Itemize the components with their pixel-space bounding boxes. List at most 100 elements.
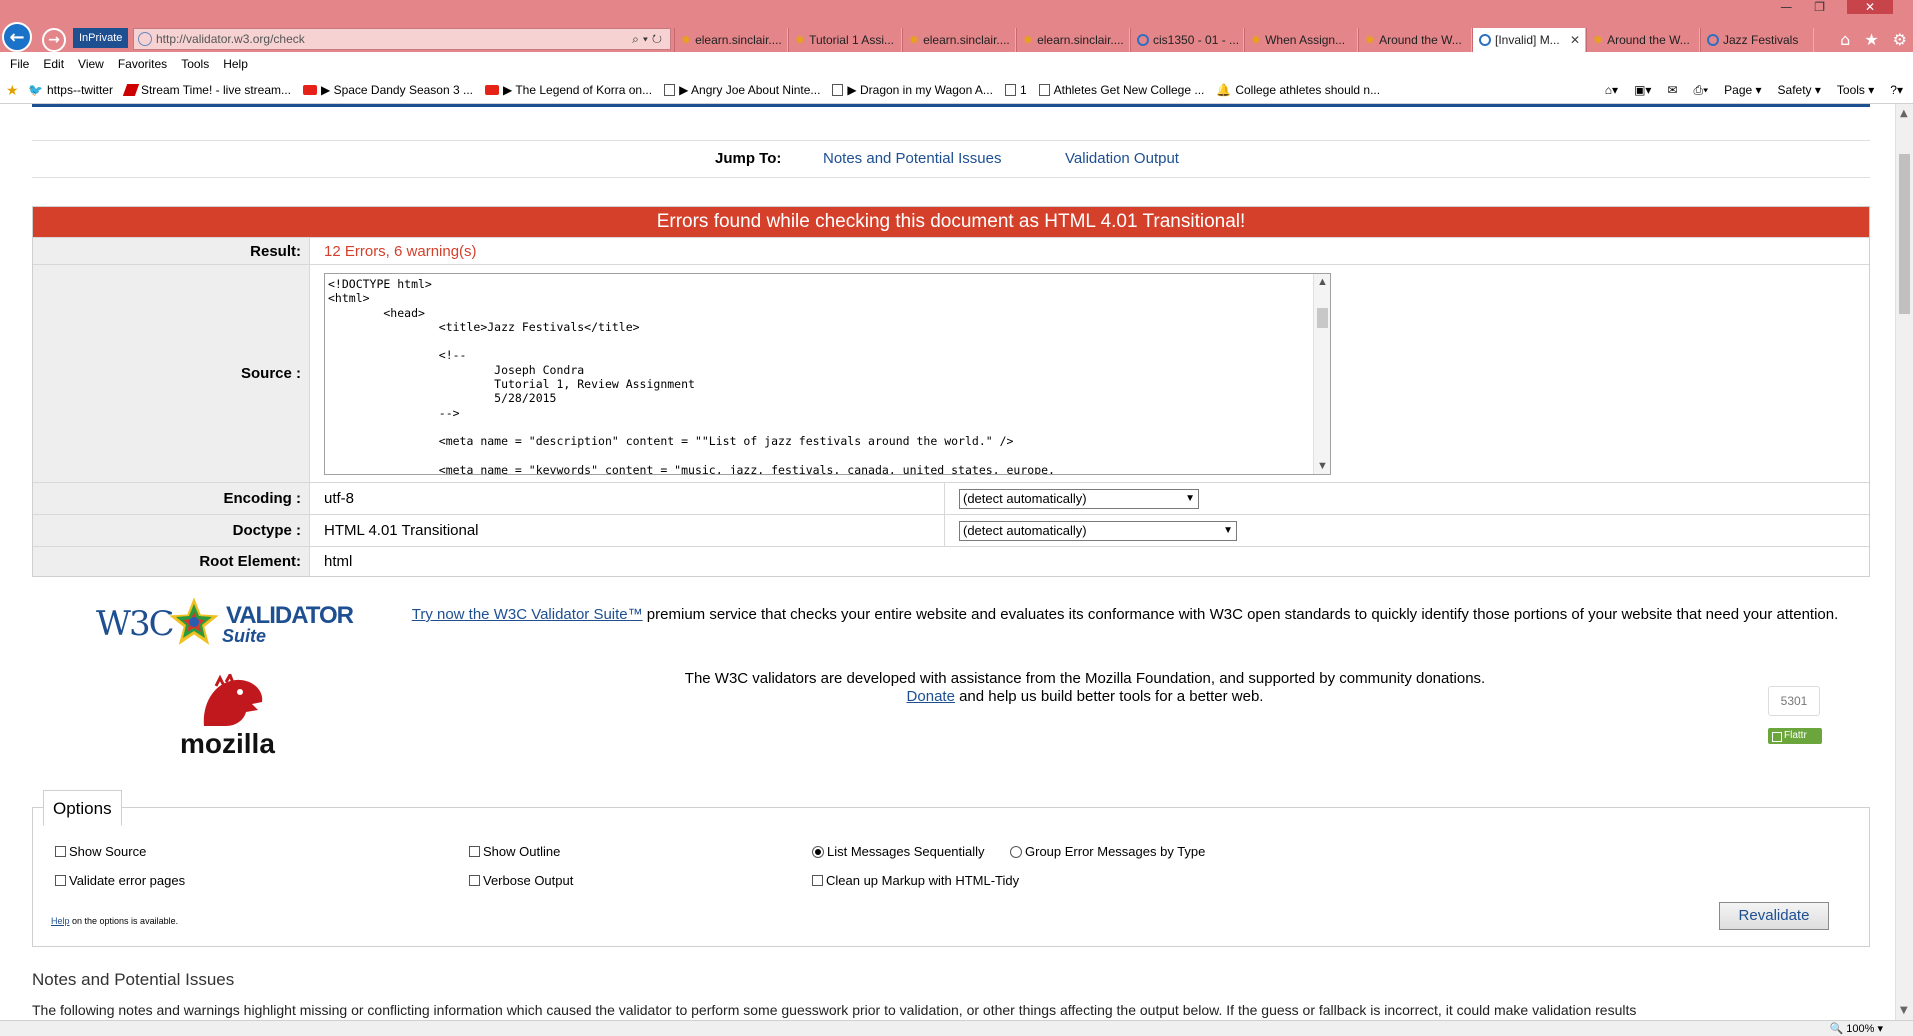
print-icon[interactable]: ⎙▾ <box>1694 76 1709 104</box>
command-safety[interactable]: Safety ▾ <box>1778 76 1821 104</box>
page-icon <box>832 84 844 96</box>
tab-around-1[interactable]: ✹ Around the W... <box>1358 28 1472 52</box>
flattr-count: 5301 <box>1768 686 1820 716</box>
menu-favorites[interactable]: Favorites <box>118 52 167 76</box>
restore-icon[interactable]: ❐ <box>1814 0 1825 14</box>
browser-right-controls: ⌂ ★ ⚙ <box>1840 30 1907 49</box>
tab-around-2[interactable]: ✹ Around the W... <box>1586 28 1700 52</box>
youtube-icon <box>303 85 317 95</box>
source-textarea[interactable]: <!DOCTYPE html> <html> <head> <title>Jaz… <box>324 273 1331 475</box>
menu-tools[interactable]: Tools <box>181 52 209 76</box>
bell-icon: 🔔 <box>1216 83 1232 97</box>
command-tools[interactable]: Tools ▾ <box>1837 76 1874 104</box>
show-outline-option[interactable]: Show Outline <box>469 844 560 859</box>
favorite-item[interactable]: 🔔 College athletes should n... <box>1216 76 1380 104</box>
favorites-bar: ★ 🐦 https--twitter Stream Time! - live st… <box>0 76 1913 104</box>
support-line-1: The W3C validators are developed with as… <box>684 670 1486 687</box>
dropdown-icon[interactable]: ▾ <box>643 32 652 46</box>
list-sequential-label: List Messages Sequentially <box>827 844 985 859</box>
page-scrollbar[interactable]: ▲ ▼ <box>1895 104 1913 1020</box>
jump-notes-link[interactable]: Notes and Potential Issues <box>823 150 1001 167</box>
donate-link[interactable]: Donate <box>907 688 955 705</box>
tab-jazz[interactable]: Jazz Festivals <box>1700 28 1814 52</box>
menu-help[interactable]: Help <box>223 52 248 76</box>
list-sequential-option[interactable]: List Messages Sequentially <box>812 844 985 859</box>
show-source-checkbox[interactable] <box>55 846 66 857</box>
tab-label: elearn.sinclair.... <box>1037 33 1124 47</box>
minimize-icon[interactable]: — <box>1780 0 1792 14</box>
clean-up-option[interactable]: Clean up Markup with HTML-Tidy <box>812 873 1019 888</box>
home-icon[interactable]: ⌂ <box>1840 30 1850 49</box>
favorite-label: ▶ Space Dandy Season 3 ... <box>321 83 473 97</box>
tab-tutorial[interactable]: ✹ Tutorial 1 Assi... <box>788 28 902 52</box>
encoding-select[interactable]: (detect automatically) ▼ <box>959 489 1199 509</box>
tab-elearn-3[interactable]: ✹ elearn.sinclair.... <box>1016 28 1130 52</box>
search-icon[interactable]: ⌕ <box>632 32 643 46</box>
doctype-select-value: (detect automatically) <box>963 523 1087 538</box>
scroll-up-icon[interactable]: ▲ <box>1900 108 1908 119</box>
options-panel: Options Show Source Show Outline List Me… <box>32 790 1870 947</box>
validate-error-pages-checkbox[interactable] <box>55 875 66 886</box>
flattr-button[interactable]: Flattr <box>1768 728 1822 744</box>
refresh-icon[interactable]: ↻ <box>652 32 666 46</box>
tab-label: Jazz Festivals <box>1723 33 1799 47</box>
help-icon[interactable]: ?▾ <box>1890 76 1903 104</box>
scroll-up-icon[interactable]: ▲ <box>1317 276 1328 288</box>
group-by-type-option[interactable]: Group Error Messages by Type <box>1010 844 1205 859</box>
revalidate-button[interactable]: Revalidate <box>1719 902 1829 930</box>
favorite-item[interactable]: Stream Time! - live stream... <box>122 76 291 104</box>
favorite-item[interactable]: Athletes Get New College ... <box>1038 76 1204 104</box>
menu-file[interactable]: File <box>10 52 29 76</box>
tab-strip: ✹ elearn.sinclair.... ✹ Tutorial 1 Assi...… <box>674 28 1814 52</box>
forward-button[interactable]: → <box>42 28 66 52</box>
validate-error-pages-option[interactable]: Validate error pages <box>55 873 185 888</box>
back-button[interactable]: ← <box>2 22 32 52</box>
scroll-down-icon[interactable]: ▼ <box>1317 460 1328 472</box>
validator-suite-link[interactable]: Try now the W3C Validator Suite™ <box>412 606 643 623</box>
show-source-option[interactable]: Show Source <box>55 844 146 859</box>
close-window-icon[interactable]: ✕ <box>1847 0 1893 14</box>
list-sequential-radio[interactable] <box>812 845 824 858</box>
feeds-icon[interactable]: ▣▾ <box>1634 76 1651 104</box>
favorite-item[interactable]: ▶ Space Dandy Season 3 ... <box>303 76 473 104</box>
favorite-item[interactable]: 1 <box>1004 76 1027 104</box>
scroll-thumb[interactable] <box>1317 308 1328 328</box>
add-favorite-star-icon[interactable]: ★ <box>6 76 19 104</box>
menu-view[interactable]: View <box>78 52 104 76</box>
group-by-type-radio[interactable] <box>1010 845 1022 858</box>
mozilla-logo-text: mozilla <box>180 728 275 759</box>
home-toolbar-icon[interactable]: ⌂▾ <box>1605 76 1618 104</box>
favorite-item[interactable]: ▶ Dragon in my Wagon A... <box>832 76 993 104</box>
close-tab-icon[interactable]: ✕ <box>1570 28 1580 52</box>
scroll-thumb[interactable] <box>1899 154 1910 314</box>
tab-cis1350[interactable]: cis1350 - 01 - ... <box>1130 28 1244 52</box>
result-value: 12 Errors, 6 warning(s) <box>324 242 477 260</box>
mail-icon[interactable]: ✉ <box>1667 76 1677 104</box>
settings-gear-icon[interactable]: ⚙ <box>1893 30 1907 49</box>
zoom-level[interactable]: 🔍 100% ▾ <box>1830 1022 1883 1035</box>
verbose-output-label: Verbose Output <box>483 873 574 888</box>
command-bar: ⌂▾ ▣▾ ✉ ⎙▾ Page ▾ Safety ▾ Tools ▾ ?▾ <box>1605 76 1903 104</box>
address-bar[interactable]: http://validator.w3.org/check ⌕▾↻ <box>133 28 671 50</box>
favorites-star-icon[interactable]: ★ <box>1864 30 1878 49</box>
validate-error-pages-label: Validate error pages <box>69 873 186 888</box>
jump-validation-link[interactable]: Validation Output <box>1065 150 1179 167</box>
verbose-output-checkbox[interactable] <box>469 875 480 886</box>
header-rule <box>32 104 1870 107</box>
favorite-item[interactable]: ▶ Angry Joe About Ninte... <box>664 76 820 104</box>
help-link[interactable]: Help <box>51 916 70 926</box>
tab-invalid-active[interactable]: [Invalid] M... ✕ <box>1472 28 1586 52</box>
tab-when-assign[interactable]: ✹ When Assign... <box>1244 28 1358 52</box>
favorite-item[interactable]: ▶ The Legend of Korra on... <box>485 76 652 104</box>
command-page[interactable]: Page ▾ <box>1724 76 1761 104</box>
scroll-down-icon[interactable]: ▼ <box>1900 1005 1908 1016</box>
source-scrollbar[interactable]: ▲ ▼ <box>1313 274 1330 474</box>
tab-elearn-1[interactable]: ✹ elearn.sinclair.... <box>674 28 788 52</box>
clean-up-checkbox[interactable] <box>812 875 823 886</box>
doctype-select[interactable]: (detect automatically) ▼ <box>959 521 1237 541</box>
verbose-output-option[interactable]: Verbose Output <box>469 873 573 888</box>
tab-elearn-2[interactable]: ✹ elearn.sinclair.... <box>902 28 1016 52</box>
favorite-item[interactable]: 🐦 https--twitter <box>28 76 113 104</box>
menu-edit[interactable]: Edit <box>43 52 64 76</box>
show-outline-checkbox[interactable] <box>469 846 480 857</box>
